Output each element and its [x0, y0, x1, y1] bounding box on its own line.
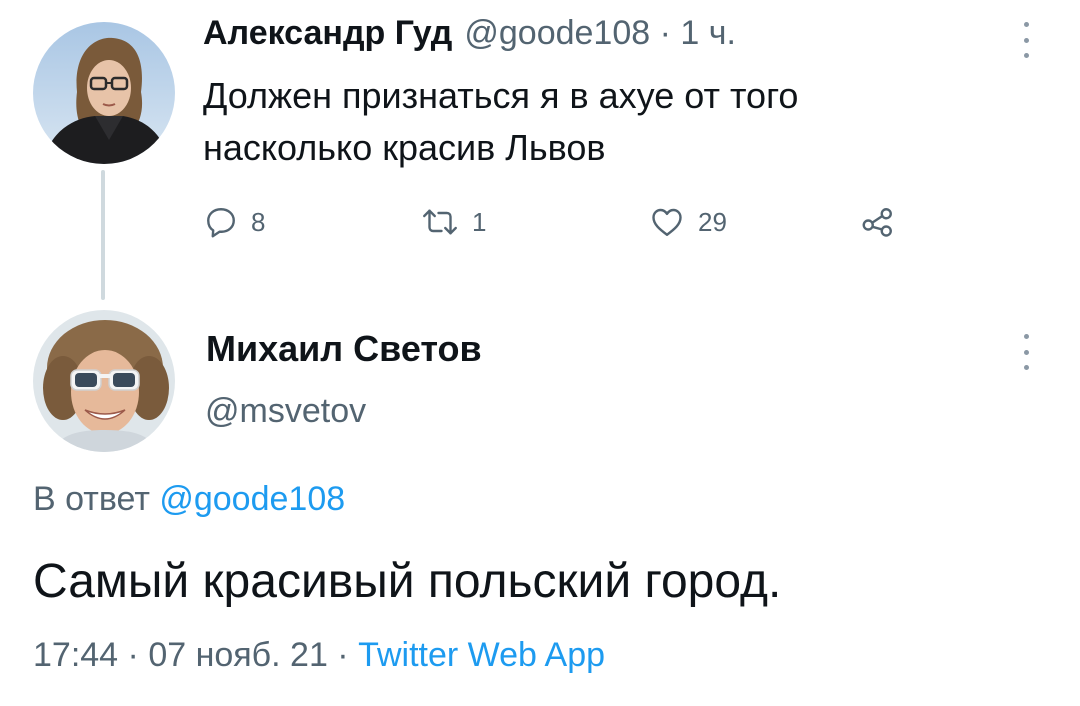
tweet2-date[interactable]: 07 нояб. 21 [148, 636, 328, 674]
more-dot [1023, 349, 1029, 355]
tweet1-text: Должен признаться я в ахуе от того наско… [203, 75, 799, 168]
thread-connector [101, 170, 105, 300]
avatar-msvetov[interactable] [33, 310, 175, 452]
more-vertical-icon [1023, 334, 1029, 339]
retweet-icon [420, 204, 460, 240]
tweet1-more-button[interactable] [1019, 22, 1033, 58]
tweet2-text: Самый красивый польский город. [33, 555, 782, 608]
reply-to-handle-link[interactable]: @goode108 [159, 480, 345, 518]
tweet1-handle[interactable]: @goode108 [464, 14, 650, 53]
tweet2-more-button[interactable] [1019, 334, 1033, 370]
more-vertical-icon [1023, 22, 1029, 27]
share-button[interactable] [858, 200, 898, 244]
tweet1-author-name[interactable]: Александр Гуд [203, 14, 452, 53]
reply-button[interactable]: 8 [203, 200, 265, 244]
tweet2-meta: 17:44 · 07 нояб. 21 · Twitter Web App [33, 636, 605, 675]
reply-count: 8 [251, 206, 266, 237]
like-count: 29 [698, 206, 727, 237]
retweet-count: 1 [472, 206, 487, 237]
retweet-button[interactable]: 1 [420, 200, 486, 244]
avatar-photo [33, 310, 175, 452]
avatar-goode108[interactable] [33, 22, 175, 164]
tweet1-header: Александр Гуд @goode108 · 1 ч. [203, 14, 736, 66]
reply-context: В ответ @goode108 [33, 480, 345, 519]
tweet2-author-name[interactable]: Михаил Светов [206, 328, 482, 370]
share-icon [858, 204, 898, 240]
reply-prefix: В ответ [33, 480, 160, 518]
more-dot [1023, 37, 1029, 43]
reply-icon [203, 204, 239, 240]
tweet1-separator: · [650, 14, 681, 52]
more-dot [1023, 53, 1029, 58]
tweet2-handle[interactable]: @msvetov [205, 392, 366, 431]
like-button[interactable]: 29 [648, 200, 727, 244]
meta-separator: · [118, 636, 149, 674]
more-dot [1023, 365, 1029, 370]
avatar-photo [33, 22, 175, 164]
heart-icon [648, 204, 686, 240]
tweet1-time[interactable]: 1 ч. [680, 14, 736, 53]
meta-separator: · [327, 636, 359, 674]
tweet2-time[interactable]: 17:44 [33, 636, 118, 674]
tweet2-source-link[interactable]: Twitter Web App [358, 636, 605, 674]
